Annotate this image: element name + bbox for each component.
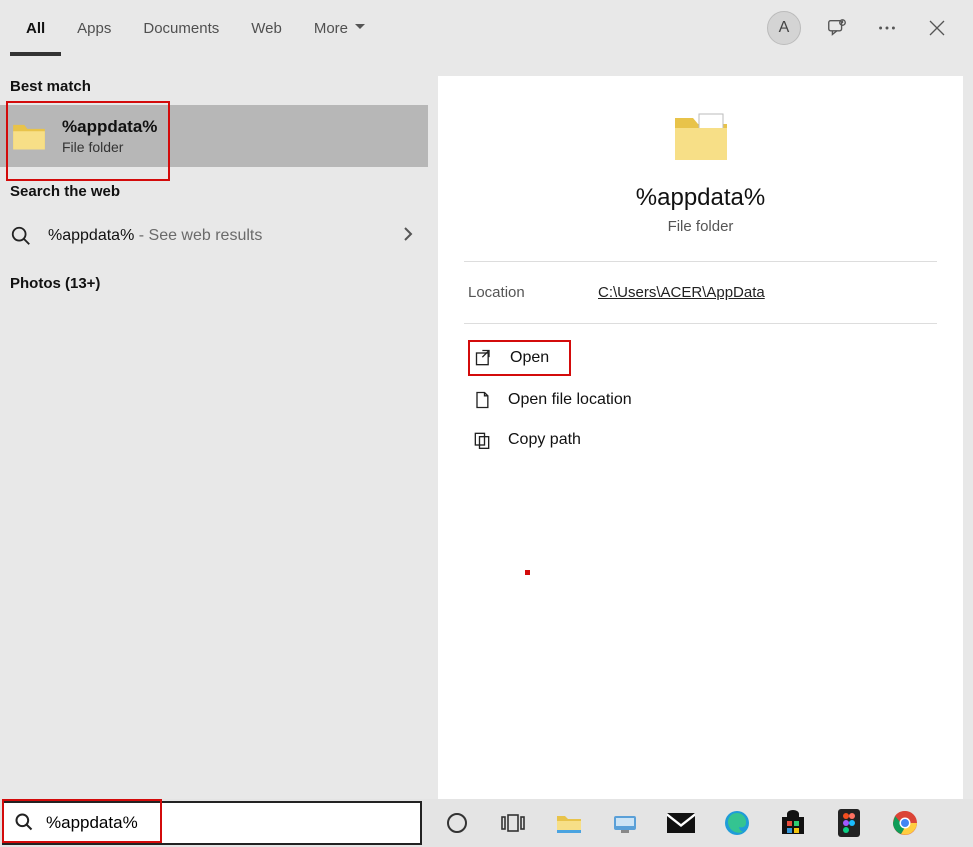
tab-all[interactable]: All	[10, 0, 61, 56]
action-copy-path[interactable]: Copy path	[468, 420, 933, 460]
taskbar	[0, 799, 973, 847]
search-header: All Apps Documents Web More A	[0, 0, 973, 56]
tab-apps[interactable]: Apps	[61, 0, 127, 56]
chevron-right-icon	[398, 224, 418, 247]
settings-app-icon[interactable]	[610, 808, 640, 838]
open-icon	[474, 348, 494, 368]
action-open-location[interactable]: Open file location	[468, 380, 933, 420]
web-result-suffix: - See web results	[134, 227, 262, 244]
detail-subtitle: File folder	[468, 218, 933, 235]
user-avatar[interactable]: A	[767, 11, 801, 45]
tab-more[interactable]: More	[298, 0, 382, 56]
best-match-result[interactable]: %appdata% File folder	[0, 105, 428, 167]
header-actions: A	[767, 11, 963, 45]
detail-column: %appdata% File folder Location C:\Users\…	[428, 56, 973, 799]
action-copy-path-label: Copy path	[508, 431, 581, 449]
location-label: Location	[468, 284, 598, 301]
chrome-icon[interactable]	[890, 808, 920, 838]
web-result[interactable]: %appdata% - See web results	[0, 210, 428, 261]
action-open-location-label: Open file location	[508, 391, 632, 409]
location-row: Location C:\Users\ACER\AppData	[468, 262, 933, 323]
search-box[interactable]	[2, 801, 422, 845]
best-match-subtitle: File folder	[62, 139, 157, 155]
chevron-down-icon	[354, 20, 366, 37]
figma-icon[interactable]	[834, 808, 864, 838]
mail-icon[interactable]	[666, 808, 696, 838]
action-open-label: Open	[510, 349, 549, 367]
search-icon	[10, 225, 32, 247]
web-result-text: %appdata% - See web results	[48, 227, 398, 245]
web-result-query: %appdata%	[48, 227, 134, 244]
best-match-title: %appdata%	[62, 117, 157, 137]
taskbar-icons	[424, 808, 920, 838]
detail-panel: %appdata% File folder Location C:\Users\…	[438, 76, 963, 799]
close-icon[interactable]	[923, 14, 951, 42]
search-icon	[14, 812, 34, 835]
detail-title: %appdata%	[468, 184, 933, 212]
tab-web[interactable]: Web	[235, 0, 298, 56]
feedback-icon[interactable]	[823, 14, 851, 42]
file-location-icon	[472, 390, 492, 410]
folder-large-icon	[669, 106, 733, 170]
more-options-icon[interactable]	[873, 14, 901, 42]
edge-icon[interactable]	[722, 808, 752, 838]
search-input[interactable]	[44, 812, 410, 834]
action-open[interactable]: Open	[468, 340, 571, 376]
photos-label[interactable]: Photos (13+)	[0, 269, 428, 302]
store-icon[interactable]	[778, 808, 808, 838]
folder-icon	[10, 117, 48, 155]
results-column: Best match %appdata% File folder Search …	[0, 56, 428, 799]
search-web-label: Search the web	[0, 177, 428, 210]
tab-more-label: More	[314, 20, 348, 37]
tab-documents[interactable]: Documents	[127, 0, 235, 56]
file-explorer-icon[interactable]	[554, 808, 584, 838]
copy-icon	[472, 430, 492, 450]
annotation-dot	[525, 570, 530, 575]
best-match-label: Best match	[0, 72, 428, 105]
search-tabs: All Apps Documents Web More	[10, 0, 382, 56]
cortana-icon[interactable]	[442, 808, 472, 838]
location-value[interactable]: C:\Users\ACER\AppData	[598, 284, 765, 301]
task-view-icon[interactable]	[498, 808, 528, 838]
